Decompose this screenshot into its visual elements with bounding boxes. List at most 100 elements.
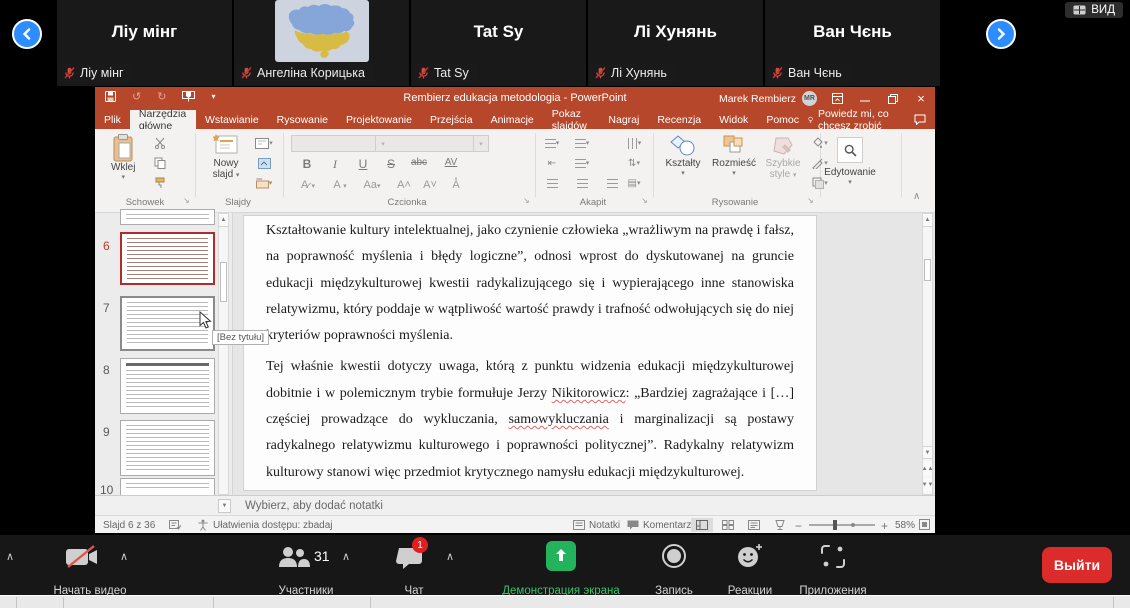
- align-left-icon[interactable]: [543, 175, 561, 191]
- align-center-icon[interactable]: [573, 175, 591, 191]
- comments-icon[interactable]: [905, 110, 935, 129]
- participants-label[interactable]: Участники: [279, 585, 334, 595]
- participant-tile[interactable]: Ван Чєнь Ван Чєнь: [765, 0, 940, 86]
- participants-options-caret[interactable]: ∧: [342, 550, 350, 563]
- tab-wstawianie[interactable]: Wstawianie: [196, 110, 268, 129]
- bullets-icon[interactable]: ▾: [543, 135, 561, 151]
- comments-toggle[interactable]: Komentarze: [643, 520, 697, 531]
- spellcheck-icon[interactable]: [169, 520, 181, 530]
- start-video-label[interactable]: Начать видео: [53, 585, 126, 595]
- character-spacing-button[interactable]: AV: [439, 157, 463, 168]
- participant-tile[interactable]: Лі Хунянь Лі Хунянь: [588, 0, 763, 86]
- accessibility-icon[interactable]: [197, 519, 209, 531]
- slide-thumbnail[interactable]: [120, 358, 215, 414]
- scrollbar-thumb[interactable]: [220, 262, 227, 302]
- shape-fill-icon[interactable]: ▾: [811, 135, 829, 151]
- thumbnail-scrollbar[interactable]: ▲: [218, 213, 229, 495]
- start-video-icon[interactable]: [64, 545, 100, 569]
- italic-button[interactable]: I: [323, 157, 347, 172]
- font-color-button[interactable]: A ▾: [327, 179, 353, 191]
- scroll-down-icon[interactable]: ▼: [923, 446, 932, 459]
- normal-view-button[interactable]: [691, 518, 713, 532]
- apps-label[interactable]: Приложения: [799, 585, 866, 595]
- slide-thumbnail-partial[interactable]: [120, 209, 215, 225]
- next-participants-button[interactable]: [986, 19, 1016, 49]
- font-dialog-launcher[interactable]: ↘: [523, 196, 530, 205]
- zoom-level[interactable]: 58%: [895, 520, 915, 531]
- chat-options-caret[interactable]: ∧: [446, 550, 454, 563]
- notes-pane[interactable]: ▼ Wybierz, aby dodać notatki: [95, 495, 935, 515]
- close-button[interactable]: ×: [907, 87, 935, 110]
- fit-to-window-icon[interactable]: [919, 519, 930, 530]
- bold-button[interactable]: B: [295, 157, 319, 171]
- tab-recenzja[interactable]: Recenzja: [648, 110, 710, 129]
- tab-pokaz-slajdow[interactable]: Pokaz slajdów: [543, 108, 600, 132]
- grow-font-button[interactable]: A˄: [391, 179, 417, 191]
- participant-tile[interactable]: Tat Sy Tat Sy: [411, 0, 586, 86]
- shadow-button[interactable]: abc: [407, 157, 431, 168]
- underline-button[interactable]: U: [351, 157, 375, 171]
- tab-narzedzia-glowne[interactable]: Narzędzia główne: [129, 108, 196, 132]
- participant-tile[interactable]: Ангеліна Корицька: [234, 0, 409, 86]
- reactions-label[interactable]: Реакции: [728, 585, 772, 595]
- next-slide-button[interactable]: ▼▼: [922, 478, 933, 491]
- view-button[interactable]: ВИД: [1065, 2, 1123, 18]
- share-screen-label[interactable]: Демонстрация экрана: [502, 585, 620, 595]
- record-label[interactable]: Запись: [655, 585, 693, 595]
- paste-dropdown-arrow[interactable]: ▾: [121, 173, 125, 181]
- justify-icon[interactable]: [603, 175, 621, 191]
- clear-formatting-button[interactable]: A̽: [443, 179, 469, 191]
- text-direction-icon[interactable]: ▾: [625, 135, 643, 151]
- shapes-button[interactable]: Kształty ▾: [661, 134, 705, 177]
- change-case-button[interactable]: Aa▾: [359, 179, 385, 191]
- strikethrough-button[interactable]: S: [379, 157, 403, 171]
- font-name-combobox[interactable]: ▾ ▾: [291, 135, 489, 152]
- chat-label[interactable]: Чат: [404, 585, 423, 595]
- tab-animacje[interactable]: Animacje: [482, 110, 543, 129]
- scroll-up-icon[interactable]: ▲: [923, 214, 932, 227]
- collapse-ribbon-icon[interactable]: ∧: [913, 191, 920, 202]
- participants-icon[interactable]: [276, 545, 310, 569]
- participant-tile[interactable]: Ліу мінг Ліу мінг: [57, 0, 232, 86]
- columns-icon[interactable]: ▤ ▾: [625, 175, 643, 191]
- previous-slide-button[interactable]: ▲▲: [922, 462, 933, 475]
- tab-nagraj[interactable]: Nagraj: [599, 110, 648, 129]
- scrollbar-thumb[interactable]: [924, 259, 931, 281]
- editing-button[interactable]: Edytowanie ▾: [824, 167, 876, 186]
- account-avatar[interactable]: MR: [802, 91, 817, 106]
- slide-layout-icon[interactable]: ▾: [255, 135, 273, 151]
- arrange-button[interactable]: Rozmieść ▾: [709, 134, 759, 177]
- tab-rysowanie[interactable]: Rysowanie: [268, 110, 337, 129]
- decrease-indent-icon[interactable]: ⇤: [543, 155, 561, 171]
- section-icon[interactable]: ▾: [255, 175, 273, 191]
- apps-icon[interactable]: [820, 544, 846, 569]
- clipboard-dialog-launcher[interactable]: ↘: [183, 196, 190, 205]
- slide-counter[interactable]: Slajd 6 z 36: [103, 520, 155, 531]
- notes-toggle[interactable]: Notatki: [589, 520, 620, 531]
- tab-przejscia[interactable]: Przejścia: [421, 110, 482, 129]
- slide-thumbnail-partial[interactable]: [120, 478, 215, 495]
- previous-participants-button[interactable]: [12, 19, 42, 49]
- text-highlight-button[interactable]: A̷ ▾: [295, 179, 321, 191]
- paste-button[interactable]: Wklej ▾: [111, 134, 135, 181]
- reading-view-button[interactable]: [743, 518, 765, 532]
- tab-projektowanie[interactable]: Projektowanie: [337, 110, 421, 129]
- zoom-slider-track[interactable]: [809, 524, 875, 526]
- slideshow-view-button[interactable]: [769, 518, 791, 532]
- new-slide-button[interactable]: Nowy slajd ▾: [203, 134, 249, 181]
- tab-widok[interactable]: Widok: [710, 110, 757, 129]
- slide-thumbnail-selected[interactable]: [120, 232, 215, 285]
- shrink-font-button[interactable]: A˅: [417, 179, 443, 191]
- audio-options-caret[interactable]: ∧: [6, 550, 14, 563]
- format-painter-icon[interactable]: [151, 175, 169, 191]
- tell-me-box[interactable]: Powiedz mi, co chcesz zrobić: [808, 108, 905, 132]
- zoom-slider-handle[interactable]: [833, 520, 837, 530]
- reactions-icon[interactable]: [736, 543, 764, 569]
- record-icon[interactable]: [661, 543, 687, 569]
- video-options-caret[interactable]: ∧: [120, 550, 128, 563]
- scroll-up-icon[interactable]: ▲: [219, 214, 228, 227]
- reset-slide-icon[interactable]: [255, 155, 273, 171]
- slide-scrollbar[interactable]: ▲ ▼ ▲▲ ▼▼: [922, 213, 933, 495]
- quick-styles-button[interactable]: Szybkie style ▾: [759, 134, 807, 180]
- editing-search-button[interactable]: [837, 137, 863, 163]
